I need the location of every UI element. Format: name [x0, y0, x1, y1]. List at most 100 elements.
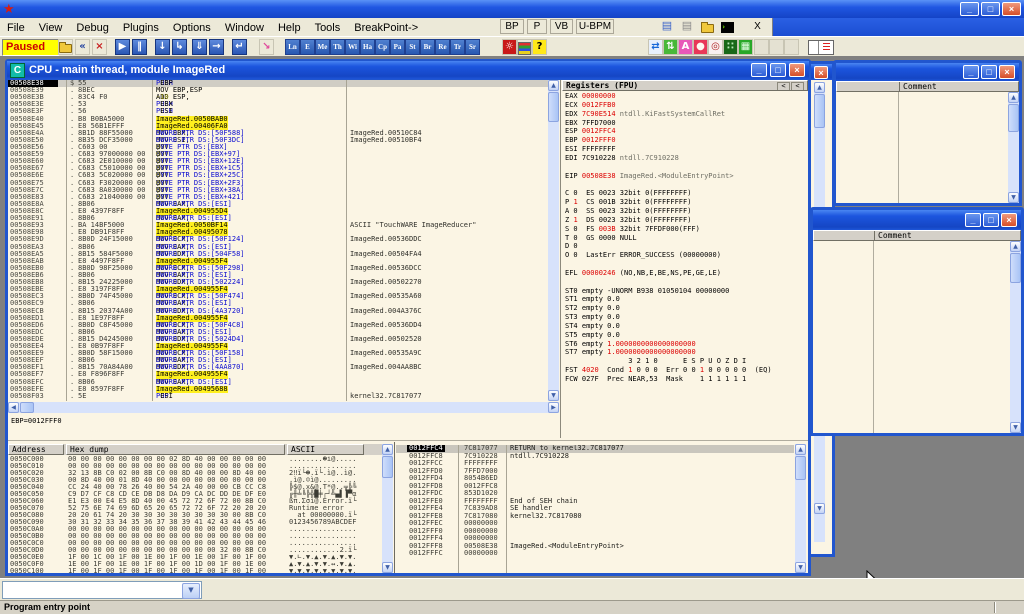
animate-into-button[interactable]: ⇓ — [192, 39, 207, 55]
assemble-button[interactable]: A — [678, 39, 693, 55]
pane-divider[interactable] — [560, 80, 561, 438]
close-program-button[interactable]: × — [92, 39, 107, 55]
close-button[interactable]: × — [1002, 2, 1021, 16]
scroll-up-icon[interactable]: ▲ — [795, 444, 806, 455]
dump-scrollbar[interactable]: ▲ ▼ — [382, 444, 393, 573]
minimize-button[interactable]: _ — [960, 2, 979, 16]
console-icon[interactable]: › — [720, 20, 734, 33]
register-line[interactable]: EIP 00508E38 ImageRed.<ModuleEntryPoint> — [565, 173, 808, 182]
disasm-row[interactable]: 00508F03.5EPOP ESIkernel32.7C817077 — [8, 393, 548, 400]
dump-pane[interactable]: 0050C00000 00 00 00 00 00 00 00 02 8D 40… — [8, 456, 382, 573]
stack-row[interactable]: 0012FFEC00000000 — [396, 520, 794, 528]
pane-button-th[interactable]: Th — [330, 39, 345, 55]
scroll-down-icon[interactable]: ▼ — [795, 562, 806, 573]
stack-row[interactable]: 0012FFE87C817080kernel32.7C817080 — [396, 513, 794, 521]
minimize-button[interactable]: _ — [963, 65, 979, 79]
execute-till-return-button[interactable]: ↵ — [232, 39, 247, 55]
stack-row[interactable]: 0012FFCCFFFFFFFF — [396, 460, 794, 468]
stack-row[interactable]: 0012FFD80012FFC8 — [396, 483, 794, 491]
register-line[interactable]: T 0 GS 0000 NULL — [565, 235, 808, 244]
pane-button-me[interactable]: Me — [315, 39, 330, 55]
comment-window-top[interactable]: _ □ × Comment ▲ ▼ — [833, 60, 1022, 206]
dump-column-header[interactable]: ASCII — [287, 444, 364, 455]
scroll-left-icon[interactable]: ◀ — [8, 402, 19, 413]
scrollbar[interactable]: ▲ ▼ — [1010, 241, 1021, 433]
maximize-button[interactable]: □ — [983, 213, 999, 227]
stack-row[interactable]: 0012FFC47C817077RETURN to kernel32.7C817… — [396, 445, 794, 453]
help-button[interactable]: ? — [532, 39, 547, 55]
pane-button-cp[interactable]: Cp — [375, 39, 390, 55]
disasm-row[interactable]: 00508EFE.E8 8597F8FFCALL ImageRed.004956… — [8, 386, 548, 393]
scroll-down-icon[interactable]: ▼ — [814, 503, 825, 514]
maximize-button[interactable]: □ — [981, 65, 997, 79]
pane-button-st[interactable]: St — [405, 39, 420, 55]
p-button[interactable]: P — [527, 19, 547, 34]
pane-button-wi[interactable]: Wi — [345, 39, 360, 55]
scroll-down-icon[interactable]: ▼ — [1008, 192, 1019, 203]
scroll-up-icon[interactable]: ▲ — [1010, 241, 1021, 252]
stack-pane[interactable]: 0012FFC47C817077RETURN to kernel32.7C817… — [396, 445, 794, 573]
open-file-button[interactable] — [58, 39, 73, 55]
stack-row[interactable]: 0012FFD07FFD7000 — [396, 468, 794, 476]
grid-button[interactable]: ▦ — [738, 39, 753, 55]
column-divider[interactable] — [152, 80, 153, 401]
stack-row[interactable]: 0012FFF000000000 — [396, 528, 794, 536]
cpu-minimize-button[interactable]: _ — [751, 63, 767, 77]
disassembly-hscrollbar[interactable]: ◀ ▶ — [8, 402, 559, 413]
pane-button-pa[interactable]: Pa — [390, 39, 405, 55]
pane-button-tr[interactable]: Tr — [450, 39, 465, 55]
dump-column-header[interactable]: Hex dump — [66, 444, 285, 455]
scrollbar-thumb[interactable] — [20, 402, 34, 413]
vb-button[interactable]: VB — [550, 19, 573, 34]
cpu-close-button[interactable]: × — [789, 63, 805, 77]
registers-next-button[interactable]: < — [791, 82, 804, 91]
stack-row[interactable]: 0012FFE47C839AD8SE handler — [396, 505, 794, 513]
plugin-close-button[interactable]: X — [750, 19, 765, 34]
pane-button-br[interactable]: Br — [420, 39, 435, 55]
scrollbar-thumb[interactable] — [1008, 104, 1019, 132]
stack-row[interactable]: 0012FFC87C910228ntdll.7C910228 — [396, 453, 794, 461]
stack-row[interactable]: 0012FFE0FFFFFFFFEnd of SEH chain — [396, 498, 794, 506]
run-button[interactable]: ▶ — [115, 39, 130, 55]
disassembly-pane[interactable]: 00508E38$55PUSH EBP00508E39.8BECMOV EBP,… — [8, 80, 548, 401]
scrollbar-thumb[interactable] — [548, 92, 559, 122]
cpu-window-titlebar[interactable]: CCPU - main thread, module ImageRed _ □ … — [7, 61, 809, 79]
combobox-dropdown-icon[interactable]: ▼ — [182, 583, 200, 599]
open-folder-icon[interactable] — [700, 20, 714, 33]
column-divider[interactable] — [346, 80, 347, 401]
close-button[interactable]: × — [999, 65, 1015, 79]
scrollbar-thumb[interactable] — [382, 456, 393, 478]
swap-arrows-button[interactable]: ⇄ — [648, 39, 663, 55]
disasm-row[interactable]: 00508E3B.83C4 F0ADD ESP,-10 — [8, 94, 548, 101]
command-combobox[interactable]: ▼ — [2, 581, 202, 599]
animate-over-button[interactable]: → — [209, 39, 224, 55]
title-bar[interactable]: ★ _ □ × — [0, 0, 1024, 18]
background-window-close-button[interactable]: × — [814, 66, 828, 79]
options-gear-button[interactable]: ☼ — [502, 39, 517, 55]
stack-scrollbar[interactable]: ▲ ▼ — [795, 444, 806, 573]
scroll-down-icon[interactable]: ▼ — [382, 562, 393, 573]
restart-button[interactable]: « — [75, 39, 90, 55]
step-over-button[interactable]: ↳ — [172, 39, 187, 55]
dump-row[interactable]: 0050C1001F 00 1F 00 1F 00 1F 00 1F 00 1F… — [8, 568, 382, 573]
stack-row[interactable]: 0012FFFC00000000 — [396, 550, 794, 558]
pane-button-ha[interactable]: Ha — [360, 39, 375, 55]
comment-window-bottom[interactable]: _ □ × Comment ▲ ▼ — [810, 207, 1024, 436]
scroll-down-icon[interactable]: ▼ — [1010, 422, 1021, 433]
stack-row[interactable]: 0012FFD48054B6ED — [396, 475, 794, 483]
column-divider[interactable] — [66, 80, 67, 401]
binary-button[interactable]: ∷ — [723, 39, 738, 55]
dump-column-header[interactable]: Address — [8, 444, 64, 455]
appearance-button[interactable] — [517, 39, 532, 55]
scroll-right-icon[interactable]: ▶ — [548, 402, 559, 413]
stack-row[interactable]: 0012FFF800508E38ImageRed.<ModuleEntryPoi… — [396, 543, 794, 551]
close-button[interactable]: × — [1001, 213, 1017, 227]
scroll-up-icon[interactable]: ▲ — [548, 80, 559, 91]
updown-button[interactable]: ⇅ — [663, 39, 678, 55]
scrollbar-thumb[interactable] — [795, 456, 806, 480]
ubpm-button[interactable]: U-BPM — [576, 19, 614, 34]
goto-button[interactable]: ↘ — [259, 39, 274, 55]
notes-icon[interactable]: ▤ — [660, 20, 674, 33]
log-icon[interactable]: ▤ — [680, 20, 694, 33]
scrollbar-thumb[interactable] — [1010, 253, 1021, 283]
